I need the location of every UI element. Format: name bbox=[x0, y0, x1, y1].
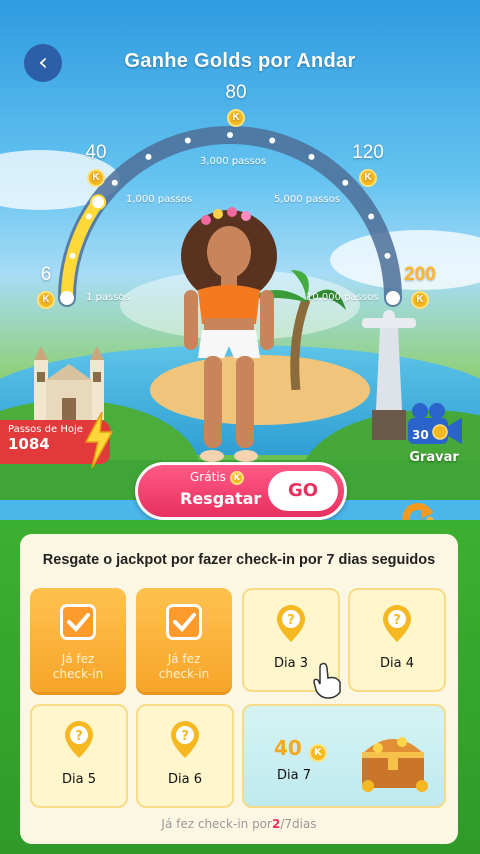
pointing-hand-icon bbox=[313, 662, 341, 699]
checkin-day-6[interactable]: ? Dia 6 bbox=[136, 704, 234, 808]
question-pin-icon: ? bbox=[171, 721, 199, 758]
claim-reward-button[interactable]: Grátis K Resgatar GO bbox=[135, 462, 347, 520]
checkin-day-4[interactable]: ? Dia 4 bbox=[348, 588, 446, 692]
arc-dot bbox=[227, 132, 233, 138]
steps-label: 1 passos bbox=[86, 292, 130, 303]
k-coin-icon: K bbox=[359, 169, 377, 187]
day-label: Dia 7 bbox=[277, 768, 311, 783]
record-video-button[interactable]: 30 Gravar bbox=[404, 402, 464, 465]
checkin-day-7-jackpot[interactable]: 40 K Dia 7 bbox=[242, 704, 446, 808]
k-coin-icon: K bbox=[87, 169, 105, 187]
question-pin-icon: ? bbox=[383, 605, 411, 642]
arc-dot bbox=[184, 137, 191, 144]
k-coin-icon: K bbox=[229, 470, 244, 485]
jackpot-reward-value: 40 bbox=[274, 736, 302, 760]
go-button[interactable]: GO bbox=[268, 471, 338, 511]
walking-girl-character bbox=[181, 207, 277, 462]
k-coin-icon: K bbox=[227, 109, 245, 127]
k-coin-icon: K bbox=[37, 291, 55, 309]
checkin-day-5[interactable]: ? Dia 5 bbox=[30, 704, 128, 808]
checkmark-icon bbox=[60, 604, 96, 640]
checkin-card: Resgate o jackpot por fazer check-in por… bbox=[20, 534, 458, 844]
checkin-day-1[interactable]: Já fez check-in bbox=[30, 588, 126, 692]
milestone-1: 6 K bbox=[16, 264, 76, 309]
milestone-3: 80 K bbox=[206, 82, 266, 127]
arc-dot bbox=[269, 137, 276, 144]
day-label: Já fez check-in bbox=[52, 652, 104, 681]
free-tag: Grátis K bbox=[190, 470, 244, 485]
svg-text:?: ? bbox=[287, 613, 295, 628]
footer-prefix: Já fez check-in por bbox=[161, 817, 272, 831]
progress-knob bbox=[90, 194, 107, 211]
question-pin-icon: ? bbox=[65, 721, 93, 758]
svg-text:?: ? bbox=[75, 729, 83, 744]
footer-suffix: /7dias bbox=[280, 817, 317, 831]
arc-dot bbox=[308, 153, 315, 160]
checkin-progress-footer: Já fez check-in por2/7dias bbox=[20, 817, 458, 831]
jackpot-reward: 40 K bbox=[274, 736, 327, 762]
checkin-day-2[interactable]: Já fez check-in bbox=[136, 588, 232, 692]
k-coin-icon: K bbox=[308, 744, 327, 762]
milestone-2: 40 K bbox=[66, 142, 126, 187]
record-label: Gravar bbox=[409, 450, 459, 465]
day-label: Dia 5 bbox=[62, 772, 96, 787]
lightning-icon bbox=[84, 412, 114, 468]
arc-dot bbox=[384, 252, 391, 259]
question-pin-icon: ? bbox=[277, 605, 305, 642]
k-coin-icon: K bbox=[411, 291, 429, 309]
svg-text:?: ? bbox=[393, 613, 401, 628]
milestone-reward: 6 bbox=[40, 264, 52, 285]
arc-dot bbox=[368, 213, 375, 220]
redeem-label: Resgatar bbox=[180, 489, 262, 508]
checkmark-icon bbox=[166, 604, 202, 640]
day-label: Já fez check-in bbox=[158, 652, 210, 681]
steps-label: 1,000 passos bbox=[126, 194, 193, 205]
day-label: Dia 4 bbox=[380, 656, 414, 671]
checkin-title: Resgate o jackpot por fazer check-in por… bbox=[42, 552, 436, 568]
arc-dot bbox=[69, 252, 76, 259]
arc-dot bbox=[145, 153, 152, 160]
steps-label: 10,000 passos bbox=[306, 292, 379, 303]
milestone-reward: 40 bbox=[85, 142, 107, 163]
svg-text:?: ? bbox=[181, 729, 189, 744]
milestone-reward: 80 bbox=[225, 82, 247, 103]
steps-label: 5,000 passos bbox=[274, 194, 341, 205]
treasure-chest-icon bbox=[362, 737, 428, 792]
milestone-5: 200 K bbox=[390, 264, 450, 309]
milestone-reward: 200 bbox=[404, 264, 436, 285]
free-label: Grátis bbox=[190, 470, 226, 484]
arc-dot bbox=[85, 213, 92, 220]
milestone-reward: 120 bbox=[352, 142, 384, 163]
milestone-4: 120 K bbox=[338, 142, 398, 187]
record-count: 30 bbox=[412, 428, 429, 442]
steps-label: 3,000 passos bbox=[200, 156, 267, 167]
day-label: Dia 6 bbox=[168, 772, 202, 787]
